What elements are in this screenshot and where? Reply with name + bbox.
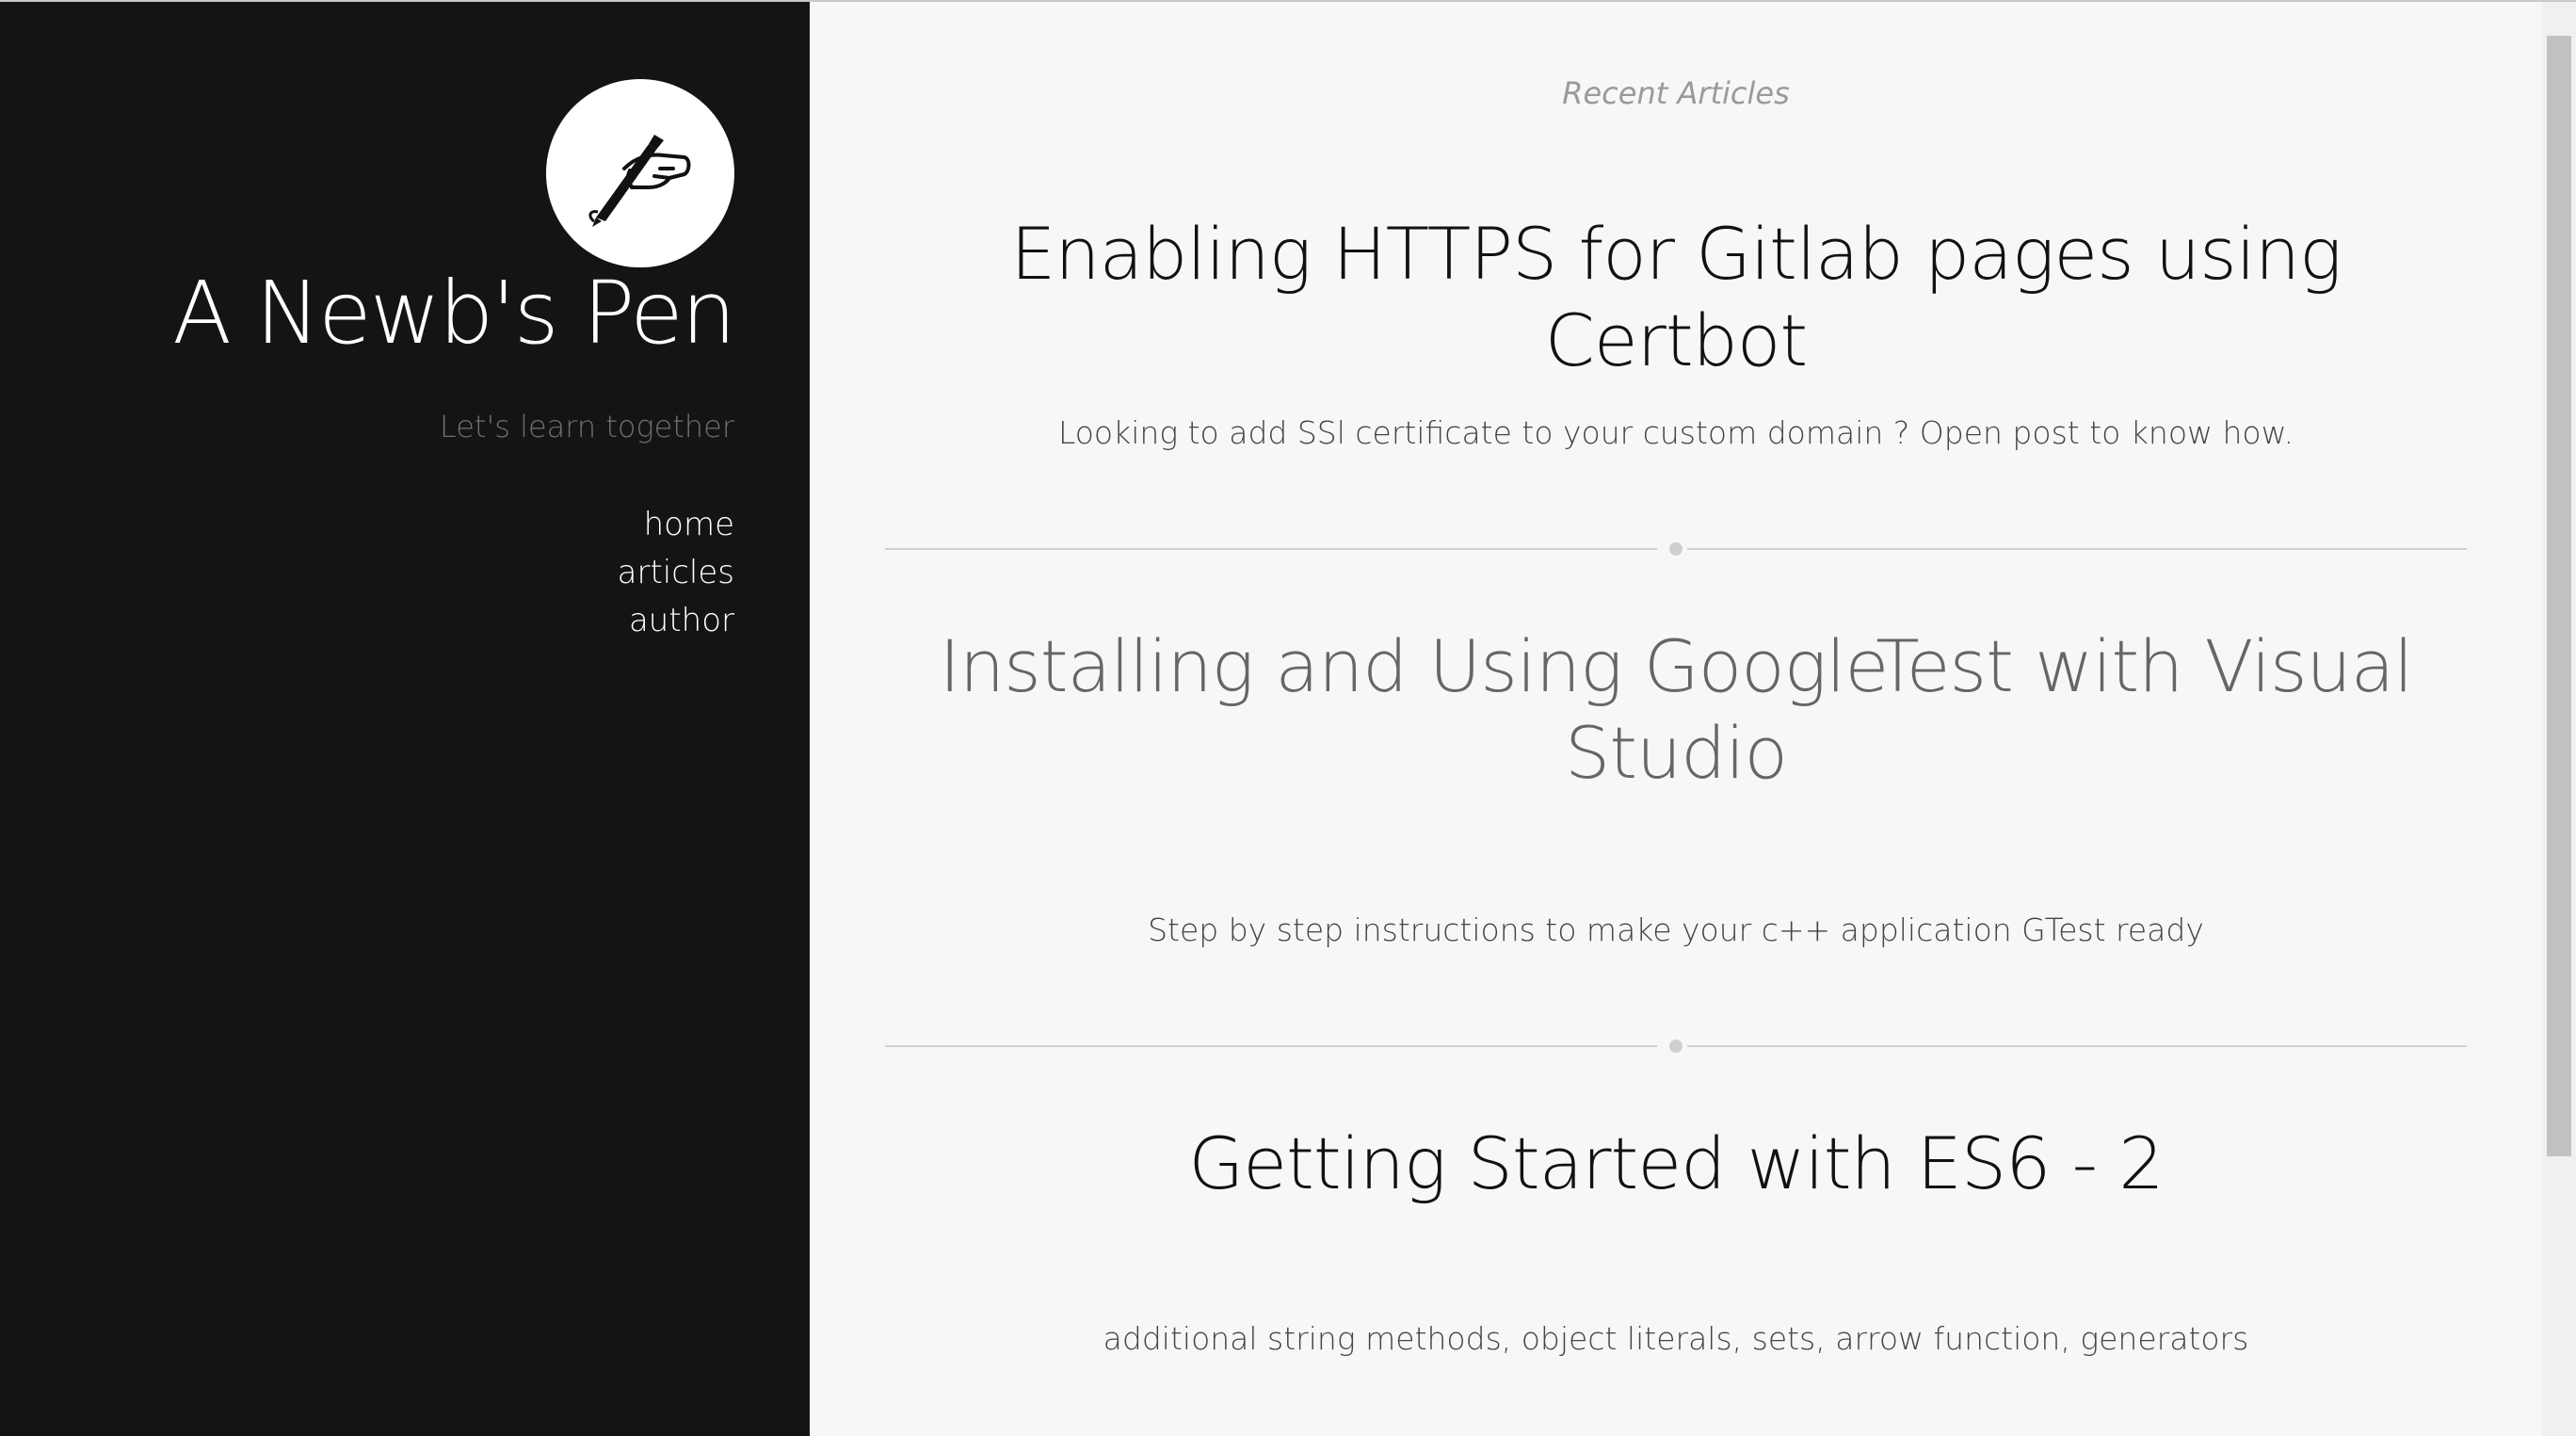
pen-hand-icon	[588, 135, 691, 227]
article-divider	[885, 1040, 2467, 1053]
site-title[interactable]: A Newb's Pen	[172, 266, 736, 361]
article-title-link[interactable]: Getting Started with ES6 - 2	[885, 1121, 2467, 1207]
page: A Newb's Pen Let's learn together home a…	[0, 0, 2576, 1436]
divider-dot	[1669, 1040, 1682, 1053]
section-heading: Recent Articles	[1562, 75, 1790, 111]
article-title-link[interactable]: Installing and Using GoogleTest with Vis…	[885, 623, 2467, 797]
site-logo[interactable]	[546, 79, 734, 267]
article-divider	[885, 542, 2467, 556]
divider-line	[1687, 1045, 2467, 1047]
nav-link-home[interactable]: home	[618, 501, 734, 549]
scrollbar-thumb[interactable]	[2547, 36, 2571, 1156]
vertical-scrollbar[interactable]	[2542, 2, 2576, 1436]
divider-line	[885, 548, 1657, 550]
sidebar: A Newb's Pen Let's learn together home a…	[0, 2, 810, 1436]
article-description: Step by step instructions to make your c…	[1148, 912, 2204, 948]
nav-link-articles[interactable]: articles	[618, 549, 734, 597]
article-description: additional string methods, object litera…	[1103, 1320, 2249, 1357]
article-description: Looking to add SSl certificate to your c…	[1057, 414, 2294, 451]
nav-link-author[interactable]: author	[618, 597, 734, 645]
divider-line	[885, 1045, 1657, 1047]
divider-line	[1687, 548, 2467, 550]
divider-dot	[1669, 542, 1682, 556]
content-area: Recent Articles Enabling HTTPS for Gitla…	[810, 2, 2542, 1436]
main-nav: home articles author	[618, 501, 734, 645]
site-tagline: Let's learn together	[439, 409, 734, 444]
article-title-link[interactable]: Enabling HTTPS for Gitlab pages using Ce…	[885, 211, 2467, 384]
